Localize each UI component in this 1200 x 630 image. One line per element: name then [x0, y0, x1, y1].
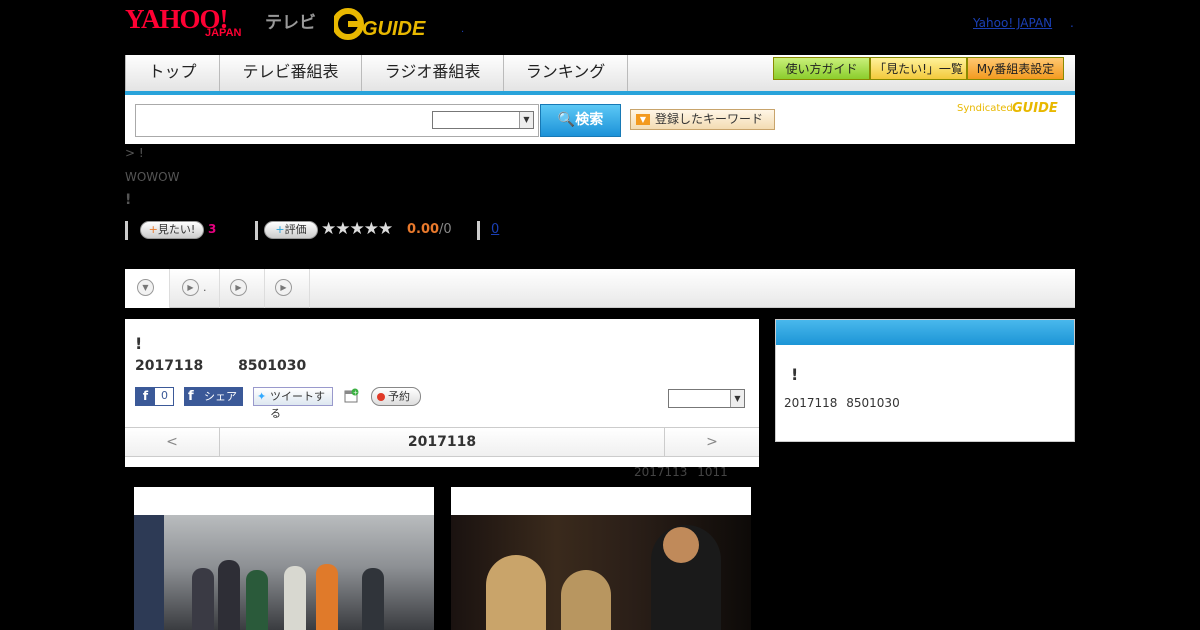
play-icon: ▶ — [230, 279, 247, 296]
svg-text:+: + — [353, 390, 358, 397]
syndicated-text: Syndicated — [957, 103, 1013, 114]
nav-tab-radio-schedule[interactable]: ラジオ番組表 — [362, 55, 504, 91]
search-button-label: 検索 — [575, 112, 604, 128]
my-schedule-settings-button[interactable]: My番組表設定 — [967, 57, 1064, 80]
main-nav: トップ テレビ番組表 ラジオ番組表 ランキング 使い方ガイド 「見たい!」一覧 … — [125, 55, 1075, 95]
chevron-down-icon: ▼ — [730, 390, 744, 407]
facebook-share-label: シェア — [204, 390, 237, 403]
review-count-link[interactable]: 0 — [491, 222, 499, 237]
registered-keyword-label: 登録したキーワード — [655, 112, 764, 126]
gguide-logo-text: GUIDE — [362, 18, 426, 40]
yahoo-japan-link[interactable]: Yahoo! JAPAN — [973, 16, 1052, 30]
updated-timestamp: 2017113 1011 — [634, 465, 728, 479]
search-button[interactable]: 🔍検索 — [540, 104, 621, 137]
search-icon: 🔍 — [557, 112, 576, 128]
reserve-label: 予約 — [388, 390, 410, 403]
mitai-button[interactable]: +見たい! — [140, 221, 204, 239]
person-figure — [246, 570, 268, 630]
header-dot-right: . — [1070, 16, 1074, 30]
prev-day-button[interactable]: < — [125, 428, 220, 456]
group-photo-image — [134, 515, 434, 630]
program-datetime: 2017118 8501030 — [135, 358, 307, 374]
tv-logo-text: テレビ — [265, 13, 316, 33]
yahoo-japan-logo-text: JAPAN — [205, 27, 242, 39]
tweet-label: ツイートする — [270, 390, 325, 420]
facebook-icon: f — [188, 389, 194, 404]
chevron-down-icon: ▼ — [519, 112, 533, 128]
facebook-like-button[interactable]: f 0 — [135, 387, 174, 406]
divider — [255, 221, 258, 240]
nav-tab-ranking[interactable]: ランキング — [504, 55, 628, 91]
banner-decoration — [134, 515, 164, 630]
facebook-share-button[interactable]: f シェア — [184, 387, 243, 406]
face-figure — [663, 527, 699, 563]
program-image-2[interactable] — [451, 487, 751, 630]
nav-tab-top[interactable]: トップ — [125, 55, 220, 91]
mitai-count: 3 — [208, 222, 217, 236]
registered-keyword-button[interactable]: ▼ 登録したキーワード — [630, 109, 775, 130]
chevron-down-icon: ▼ — [137, 279, 154, 296]
person-figure — [561, 570, 611, 630]
twitter-bird-icon: ✦ — [257, 390, 267, 403]
person-figure — [316, 564, 338, 630]
person-figure — [284, 566, 306, 630]
side-panel: ! 2017118 8501030 — [775, 319, 1075, 442]
facebook-icon: f — [136, 388, 155, 405]
gguide-logo[interactable]: GUIDE — [334, 6, 434, 42]
nav-tab-tv-schedule[interactable]: テレビ番組表 — [220, 55, 362, 91]
record-dot-icon — [377, 393, 385, 401]
program-detail-panel: ! 2017118 8501030 f 0 f シェア ✦ ツイートする + 予… — [125, 319, 759, 467]
program-tabs: ▼ ▶ . ▶ ▶ — [125, 269, 1075, 308]
person-figure — [486, 555, 546, 630]
interview-photo-image — [451, 515, 751, 630]
tweet-button[interactable]: ✦ ツイートする — [253, 387, 333, 420]
program-title-mark: ! — [125, 192, 132, 208]
breadcrumb: > ! — [125, 146, 144, 160]
program-options-select[interactable]: ▼ — [668, 389, 745, 408]
channel-name: WOWOW — [125, 170, 180, 184]
plus-icon: + — [148, 223, 158, 236]
rate-label: 評価 — [284, 223, 307, 236]
reserve-button[interactable]: 予約 — [371, 387, 421, 406]
next-day-button[interactable]: > — [664, 428, 759, 456]
mitai-label: 見たい! — [157, 223, 196, 236]
side-panel-datetime: 2017118 8501030 — [784, 396, 900, 410]
program-title: ! — [135, 334, 143, 353]
tab-0[interactable]: ▼ — [125, 269, 170, 308]
search-category-select[interactable]: ▼ — [432, 111, 534, 129]
divider — [477, 221, 480, 240]
mitai-list-button[interactable]: 「見たい!」一覧 — [870, 57, 967, 80]
rating-count: /0 — [439, 222, 452, 237]
syndicated-gguide-logo: GUIDE — [1012, 101, 1058, 116]
day-navigation: < 2017118 > — [125, 427, 759, 457]
play-icon: ▶ — [275, 279, 292, 296]
tab-1-label: . — [203, 281, 207, 294]
person-figure — [192, 568, 214, 630]
play-icon: ▶ — [182, 279, 199, 296]
header-dot: . — [461, 24, 465, 35]
divider — [125, 221, 128, 240]
rate-button[interactable]: +評価 — [264, 221, 318, 239]
person-figure — [218, 560, 240, 630]
tab-2[interactable]: ▶ — [220, 269, 265, 308]
usage-guide-button[interactable]: 使い方ガイド — [773, 57, 870, 80]
search-bar: ▼ 🔍検索 ▼ 登録したキーワード Syndicated GUIDE — [125, 95, 1075, 144]
side-panel-title: ! — [791, 365, 799, 384]
program-image-1[interactable] — [134, 487, 434, 630]
triangle-down-icon: ▼ — [636, 114, 650, 125]
calendar-add-icon[interactable]: + — [344, 388, 359, 403]
plus-icon: + — [275, 223, 285, 236]
rating-value: 0.00 — [407, 222, 440, 237]
tab-3[interactable]: ▶ — [265, 269, 310, 308]
current-day: 2017118 — [407, 434, 477, 450]
facebook-like-count: 0 — [161, 389, 168, 402]
tab-1[interactable]: ▶ . — [170, 269, 220, 308]
person-figure — [362, 568, 384, 630]
side-panel-header — [776, 320, 1074, 345]
rating-stars: ★★★★★ — [321, 219, 393, 239]
